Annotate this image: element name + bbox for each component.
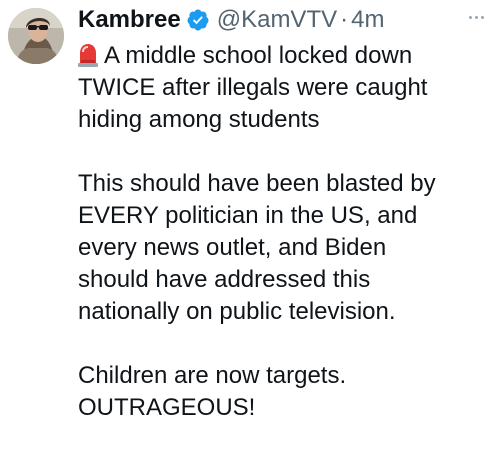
author-handle[interactable]: @KamVTV — [217, 6, 337, 34]
tweet-line-1: A middle school locked down TWICE after … — [78, 42, 428, 133]
tweet-paragraph-1: A middle school locked down TWICE after … — [78, 40, 486, 136]
timestamp[interactable]: 4m — [351, 6, 384, 34]
tweet-text: A middle school locked down TWICE after … — [78, 40, 486, 424]
tweet-paragraph-2: This should have been blasted by EVERY p… — [78, 170, 436, 325]
police-siren-icon — [78, 43, 98, 67]
tweet: Kambree @KamVTV · 4m A middle school loc… — [0, 0, 500, 462]
avatar[interactable] — [8, 8, 64, 64]
tweet-paragraph-3: Children are now targets. OUTRAGEOUS! — [78, 362, 347, 421]
more-options-icon[interactable] — [464, 7, 488, 27]
more-dot — [480, 15, 484, 19]
avatar-image — [8, 8, 64, 64]
author-name[interactable]: Kambree — [78, 6, 181, 34]
verified-badge-icon — [186, 8, 210, 32]
separator-dot: · — [340, 6, 349, 33]
more-dot — [468, 15, 472, 19]
tweet-header: Kambree @KamVTV · 4m — [78, 3, 488, 37]
more-dot — [474, 15, 478, 19]
